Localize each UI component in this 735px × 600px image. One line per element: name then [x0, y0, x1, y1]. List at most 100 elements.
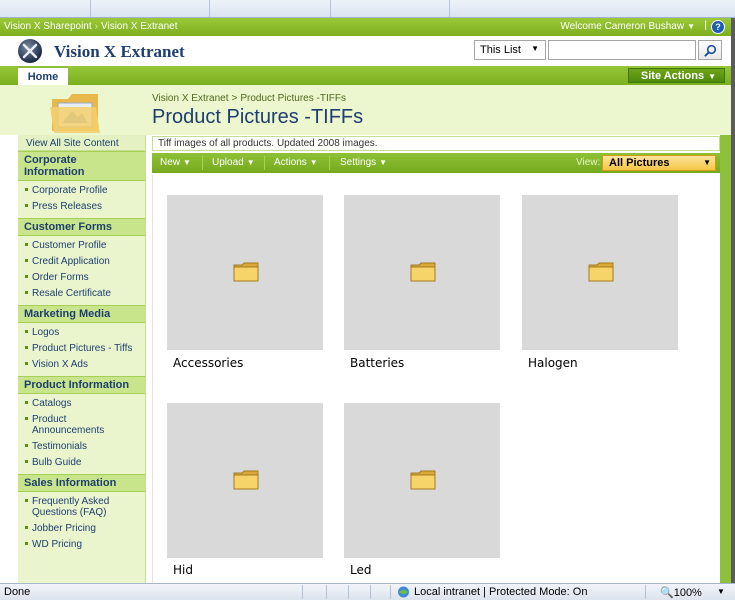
chevron-down-icon: ▼ — [703, 158, 711, 167]
page-breadcrumb: Vision X Extranet > Product Pictures -TIFF… — [152, 93, 346, 104]
status-divider — [390, 585, 391, 599]
quick-launch-item[interactable]: Resale Certificate — [18, 286, 145, 302]
new-menu-label: New — [160, 157, 181, 168]
quick-launch-item[interactable]: Order Forms — [18, 270, 145, 286]
status-divider — [370, 585, 371, 599]
actions-menu-label: Actions — [274, 157, 307, 168]
quick-launch-item[interactable]: Credit Application — [18, 254, 145, 270]
crumb-root-link[interactable]: Vision X Sharepoint — [4, 21, 92, 32]
folder-tile-batteries[interactable] — [344, 195, 500, 350]
browser-tab[interactable] — [330, 0, 450, 17]
settings-menu[interactable]: Settings ▼ — [340, 157, 387, 168]
page-header: Vision X Extranet > Product Pictures -TIFF… — [0, 85, 731, 135]
folder-icon — [233, 470, 259, 490]
tab-home[interactable]: Home — [18, 66, 68, 85]
window-edge — [731, 18, 735, 583]
quick-launch-item[interactable]: Frequently Asked Questions (FAQ) — [18, 494, 145, 521]
search-input[interactable] — [548, 40, 696, 60]
quick-launch-item[interactable]: Corporate Profile — [18, 183, 145, 199]
chevron-down-icon: ▼ — [687, 22, 695, 31]
breadcrumb-parent-link[interactable]: Vision X Extranet — [152, 93, 229, 104]
new-menu[interactable]: New ▼ — [160, 157, 191, 168]
welcome-text: Welcome Cameron Bushaw — [560, 21, 685, 32]
intranet-zone-icon[interactable] — [396, 585, 411, 599]
list-toolbar: New ▼ Upload ▼ Actions ▼ Settings ▼ View: Al… — [152, 153, 720, 173]
folder-tile-halogen[interactable] — [522, 195, 678, 350]
help-icon[interactable]: ? — [711, 20, 725, 34]
browser-status-bar: Done Local intranet | Protected Mode: On… — [0, 583, 735, 600]
chevron-down-icon: ▼ — [531, 44, 539, 53]
picture-library-content: Accessories Batteries Halogen Hid Led — [152, 175, 720, 583]
quick-launch-heading[interactable]: Product Information — [18, 376, 145, 394]
quick-launch-item[interactable]: Testimonials — [18, 439, 145, 455]
search-scope-select[interactable]: This List ▼ — [474, 40, 546, 60]
quick-launch: View All Site Content Corporate Informat… — [18, 135, 146, 583]
quick-launch-list: Logos Product Pictures - Tiffs Vision X … — [18, 323, 145, 376]
folder-icon — [410, 470, 436, 490]
folder-icon — [233, 262, 259, 282]
chevron-down-icon[interactable]: ▼ — [717, 587, 725, 596]
top-nav: Home Site Actions ▼ — [0, 66, 731, 85]
folder-label[interactable]: Accessories — [173, 356, 243, 370]
divider: | — [704, 20, 707, 31]
view-label: View: — [576, 157, 601, 168]
folder-icon — [410, 262, 436, 282]
quick-launch-list: Customer Profile Credit Application Orde… — [18, 236, 145, 305]
page-right-border — [720, 135, 731, 583]
search-button[interactable] — [698, 40, 722, 60]
folder-tile-led[interactable] — [344, 403, 500, 558]
site-header: Vision X Extranet This List ▼ — [0, 36, 731, 66]
folder-label[interactable]: Hid — [173, 563, 193, 577]
folder-tile-hid[interactable] — [167, 403, 323, 558]
search-scope-value: This List — [480, 44, 521, 56]
status-divider — [645, 585, 646, 599]
quick-launch-item[interactable]: Jobber Pricing — [18, 521, 145, 537]
quick-launch-heading[interactable]: Marketing Media — [18, 305, 145, 323]
browser-tab[interactable] — [90, 0, 210, 17]
quick-launch-list: Catalogs Product Announcements Testimoni… — [18, 394, 145, 474]
zoom-value: 100% — [673, 587, 702, 599]
quick-launch-item[interactable]: Catalogs — [18, 396, 145, 412]
welcome-menu[interactable]: Welcome Cameron Bushaw ▼ — [560, 21, 695, 32]
zoom-level[interactable]: 🔍100% — [660, 586, 702, 599]
site-actions-label: Site Actions — [640, 70, 705, 82]
folder-tile-accessories[interactable] — [167, 195, 323, 350]
page-title: Product Pictures -TIFFs — [152, 106, 364, 128]
quick-launch-item[interactable]: Product Announcements — [18, 412, 145, 439]
chevron-down-icon: ▼ — [708, 72, 716, 81]
folder-label[interactable]: Led — [350, 563, 371, 577]
quick-launch-item[interactable]: Bulb Guide — [18, 455, 145, 471]
crumb-current-link[interactable]: Vision X Extranet — [101, 21, 178, 32]
folder-label[interactable]: Batteries — [350, 356, 404, 370]
crumb-separator: › — [94, 21, 98, 32]
view-all-site-content-link[interactable]: View All Site Content — [18, 135, 145, 151]
quick-launch-heading[interactable]: Corporate Information — [18, 151, 145, 181]
settings-menu-label: Settings — [340, 157, 377, 168]
site-title[interactable]: Vision X Extranet — [54, 42, 185, 62]
quick-launch-heading[interactable]: Sales Information — [18, 474, 145, 492]
toolbar-divider — [202, 156, 203, 170]
crumb-separator: > — [231, 93, 238, 104]
search-icon — [704, 44, 717, 57]
quick-launch-item[interactable]: WD Pricing — [18, 537, 145, 553]
view-select-value: All Pictures — [609, 157, 670, 169]
chevron-down-icon: ▼ — [379, 158, 388, 167]
quick-launch-item[interactable]: Product Pictures - Tiffs — [18, 341, 145, 357]
site-logo-icon[interactable] — [18, 39, 42, 63]
toolbar-divider — [329, 156, 330, 170]
chevron-down-icon: ▼ — [309, 158, 318, 167]
security-zone-text[interactable]: Local intranet | Protected Mode: On — [414, 586, 587, 598]
quick-launch-item[interactable]: Vision X Ads — [18, 357, 145, 373]
quick-launch-item[interactable]: Logos — [18, 325, 145, 341]
quick-launch-heading[interactable]: Customer Forms — [18, 218, 145, 236]
breadcrumb-current: Product Pictures -TIFFs — [240, 93, 346, 104]
view-select[interactable]: All Pictures ▼ — [602, 155, 716, 171]
quick-launch-item[interactable]: Customer Profile — [18, 238, 145, 254]
quick-launch-item[interactable]: Press Releases — [18, 199, 145, 215]
global-breadcrumb: Vision X Sharepoint › Vision X Extranet — [4, 21, 178, 32]
list-description: Tiff images of all products. Updated 200… — [152, 136, 720, 151]
actions-menu[interactable]: Actions ▼ — [274, 157, 318, 168]
upload-menu[interactable]: Upload ▼ — [212, 157, 255, 168]
site-actions-menu[interactable]: Site Actions ▼ — [627, 68, 725, 83]
folder-label[interactable]: Halogen — [528, 356, 578, 370]
